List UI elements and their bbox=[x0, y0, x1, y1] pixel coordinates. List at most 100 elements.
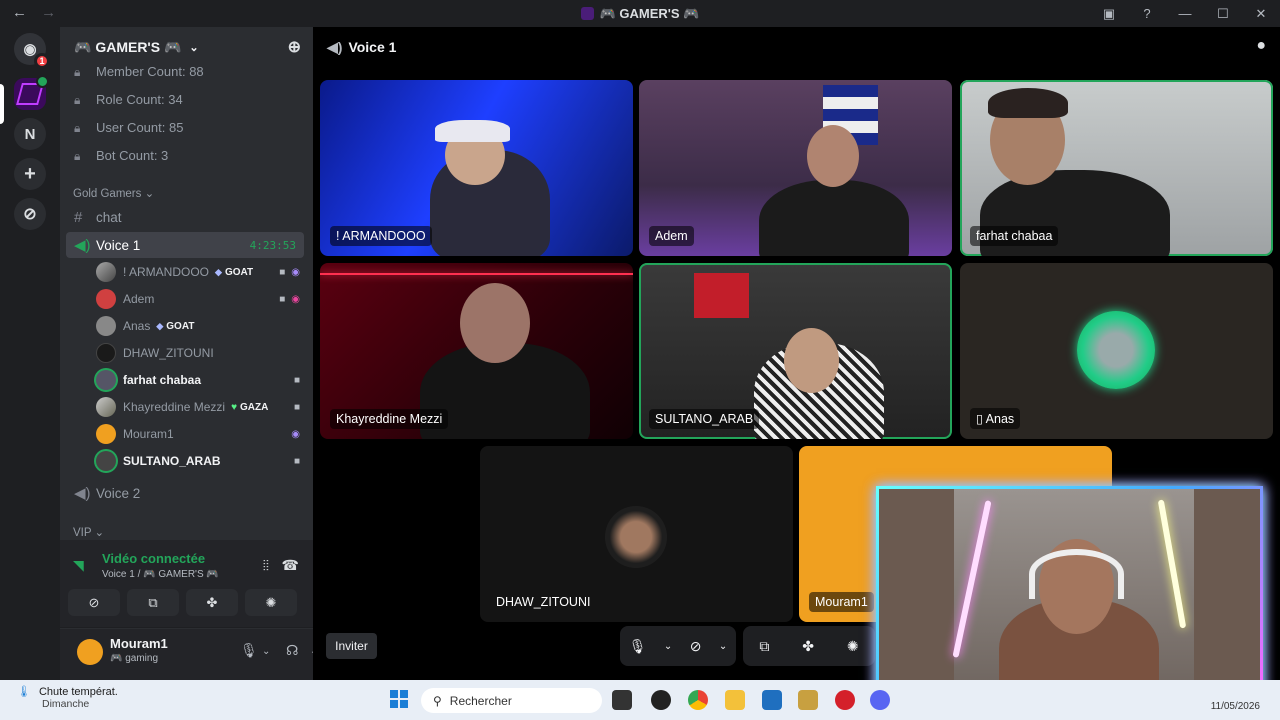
stat-label: Bot Count: 3 bbox=[96, 148, 169, 163]
tag-label: GOAT bbox=[224, 266, 254, 278]
add-member-icon[interactable]: ⊕ bbox=[288, 37, 301, 57]
member-status-icons: ■ bbox=[294, 402, 300, 413]
microphone-icon[interactable]: 🎙︎ bbox=[629, 638, 647, 655]
direct-messages-button[interactable]: ◉ 1 bbox=[14, 33, 50, 69]
channel-chat[interactable]: # chat bbox=[66, 204, 304, 230]
media-icon[interactable] bbox=[835, 690, 855, 710]
video-tile-speaking[interactable]: farhat chabaa bbox=[960, 80, 1273, 256]
noise-suppression-icon[interactable]: ⦙⦙ bbox=[263, 557, 269, 574]
server-icon-n[interactable]: N bbox=[14, 118, 46, 150]
search-icon: ⚲ bbox=[433, 693, 442, 708]
maximize-icon[interactable]: ☐ bbox=[1204, 6, 1242, 22]
avatar bbox=[96, 316, 116, 336]
voice-member[interactable]: Anas ◆ GOAT bbox=[96, 314, 306, 338]
member-name: DHAW_ZITOUNI bbox=[123, 346, 214, 360]
voice-member[interactable]: Adem ■ ◉ bbox=[96, 287, 306, 311]
inbox-icon[interactable]: ▣ bbox=[1090, 6, 1128, 22]
voice-member-speaking[interactable]: farhat chabaa ■ bbox=[96, 368, 306, 392]
video-tile[interactable]: DHAW_ZITOUNI bbox=[480, 446, 793, 622]
taskbar-search[interactable]: ⚲ Rechercher bbox=[421, 688, 602, 713]
video-tile-speaking[interactable]: SULTANO_ARAB bbox=[639, 263, 952, 439]
voice-member[interactable]: DHAW_ZITOUNI bbox=[96, 341, 306, 365]
voice-location[interactable]: Voice 1 / 🎮 GAMER'S 🎮 bbox=[102, 569, 219, 580]
chevron-down-icon: ⌄ bbox=[94, 527, 105, 539]
mobile-icon: ▯ bbox=[976, 412, 986, 426]
voice-member[interactable]: ! ARMANDOOO ◆ GOAT ■ ◉ bbox=[96, 260, 306, 284]
participant-figure bbox=[759, 180, 909, 256]
category-gold-gamers[interactable]: Gold Gamers ⌄ bbox=[73, 186, 154, 200]
avatar[interactable] bbox=[77, 639, 103, 665]
activities-button[interactable]: ✤ bbox=[186, 589, 238, 616]
avatar bbox=[96, 262, 116, 282]
user-status: 🎮 gaming bbox=[110, 653, 159, 664]
member-status-icons: ◉ bbox=[291, 429, 300, 440]
minimize-icon[interactable]: — bbox=[1166, 6, 1204, 21]
channel-voice-1[interactable]: ◀︎) Voice 1 4:23:53 bbox=[66, 232, 304, 258]
video-tile[interactable]: ▯ Anas bbox=[960, 263, 1273, 439]
headphones-icon[interactable]: ☊ bbox=[286, 642, 298, 659]
voice-member[interactable]: Khayreddine Mezzi ♥ GAZA ■ bbox=[96, 395, 306, 419]
voice-status[interactable]: Vidéo connectée bbox=[102, 551, 205, 566]
add-server-button[interactable]: + bbox=[14, 158, 46, 190]
windows-taskbar: 🌡︎ Chute températ. Dimanche ⚲ Rechercher 1… bbox=[0, 680, 1280, 720]
participant-name: ! ARMANDOOO bbox=[330, 226, 432, 246]
signal-icon[interactable]: ◥ bbox=[73, 557, 84, 574]
soundboard-icon[interactable]: ✺ bbox=[847, 638, 859, 655]
video-tile[interactable]: Khayreddine Mezzi bbox=[320, 263, 633, 439]
store-icon[interactable] bbox=[762, 690, 782, 710]
search-placeholder: Rechercher bbox=[449, 693, 512, 708]
server-header[interactable]: 🎮 GAMER'S 🎮 ⌄ ⊕ bbox=[60, 27, 313, 67]
lock-icon: 🔒︎ bbox=[74, 121, 81, 135]
folder-icon[interactable] bbox=[725, 690, 745, 710]
chevron-down-icon[interactable]: ⌄ bbox=[664, 641, 672, 652]
chat-bubble-icon[interactable]: ● bbox=[1256, 37, 1266, 55]
game-icon[interactable] bbox=[798, 690, 818, 710]
user-name[interactable]: Mouram1 bbox=[110, 636, 168, 651]
member-tag: ♥ GAZA bbox=[231, 402, 268, 413]
voice-member[interactable]: Mouram1 ◉ bbox=[96, 422, 306, 446]
participant-head bbox=[807, 125, 859, 187]
disconnect-icon[interactable]: ☎ bbox=[282, 557, 299, 574]
channel-voice-2[interactable]: ◀︎) Voice 2 bbox=[66, 480, 304, 506]
video-tile[interactable]: Adem bbox=[639, 80, 952, 256]
member-tag: ◆ GOAT bbox=[215, 267, 253, 278]
chevron-down-icon: ⌄ bbox=[144, 188, 155, 200]
weather-widget[interactable]: 🌡︎ Chute températ. Dimanche bbox=[17, 685, 118, 710]
notification-badge: 1 bbox=[34, 53, 50, 69]
voice-header-title: Voice 1 bbox=[348, 39, 397, 55]
stat-member-count[interactable]: 🔒︎ Member Count: 88 bbox=[74, 64, 204, 80]
lock-icon: 🔒︎ bbox=[74, 93, 81, 107]
member-name: Mouram1 bbox=[123, 427, 174, 441]
soundboard-button[interactable]: ✺ bbox=[245, 589, 297, 616]
file-icon[interactable] bbox=[612, 690, 632, 710]
explore-servers-button[interactable]: ⊘ bbox=[14, 198, 46, 230]
category-vip[interactable]: VIP ⌄ bbox=[73, 525, 104, 539]
screen-share-icon[interactable]: ⧉ bbox=[759, 638, 769, 655]
channel-label: Voice 2 bbox=[96, 485, 141, 501]
windows-start-icon[interactable] bbox=[390, 690, 408, 708]
invite-button[interactable]: Inviter bbox=[326, 633, 377, 659]
server-icon-gamers[interactable] bbox=[14, 75, 49, 110]
help-icon[interactable]: ? bbox=[1128, 6, 1166, 21]
stat-bot-count[interactable]: 🔒︎ Bot Count: 3 bbox=[74, 148, 168, 164]
voice-member-speaking[interactable]: SULTANO_ARAB ■ bbox=[96, 449, 306, 473]
chrome-icon[interactable] bbox=[688, 690, 708, 710]
discord-icon[interactable] bbox=[870, 690, 890, 710]
close-icon[interactable]: ✕ bbox=[1242, 6, 1280, 22]
app-icon[interactable] bbox=[651, 690, 671, 710]
screen-share-button[interactable]: ⧉ bbox=[127, 589, 179, 616]
camera-off-icon[interactable]: ⊘ bbox=[690, 638, 702, 655]
clock-date: 11/05/2026 bbox=[1210, 701, 1260, 712]
camera-off-button[interactable]: ⊘ bbox=[68, 589, 120, 616]
chevron-down-icon[interactable]: ⌄ bbox=[719, 641, 727, 652]
activities-icon[interactable]: ✤ bbox=[802, 638, 814, 655]
camera-icon: ■ bbox=[279, 293, 286, 305]
video-tile[interactable]: ! ARMANDOOO bbox=[320, 80, 633, 256]
server-n-label: N bbox=[24, 125, 36, 143]
stat-user-count[interactable]: 🔒︎ User Count: 85 bbox=[74, 120, 183, 136]
screen-share-icon: ⧉ bbox=[148, 594, 158, 610]
stat-role-count[interactable]: 🔒︎ Role Count: 34 bbox=[74, 92, 183, 108]
microphone-icon[interactable]: 🎙︎ bbox=[240, 642, 258, 659]
chevron-down-icon[interactable]: ⌄ bbox=[262, 646, 270, 657]
flag bbox=[694, 273, 749, 318]
